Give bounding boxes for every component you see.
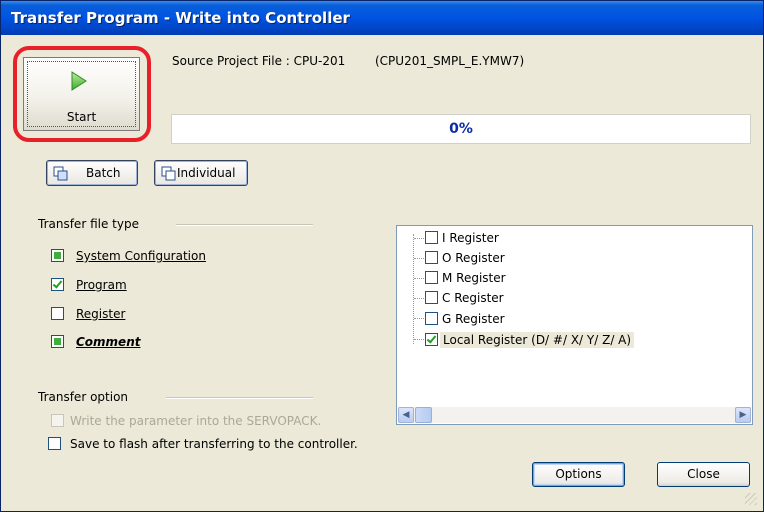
- tree-branch: [414, 318, 424, 319]
- tree-branch: [414, 339, 424, 340]
- dialog-title: Transfer Program - Write into Controller: [1, 1, 763, 35]
- individual-button-label: Individual: [177, 166, 236, 180]
- individual-icon: [161, 166, 176, 181]
- tree-item-c-register[interactable]: C Register: [425, 289, 506, 307]
- source-project-label: Source Project File : CPU-201: [172, 54, 346, 68]
- scroll-thumb[interactable]: [415, 407, 432, 423]
- program-checkbox[interactable]: [51, 278, 64, 291]
- tree-branch: [414, 238, 424, 239]
- i-register-label: I Register: [442, 231, 499, 245]
- tree-connector: [413, 234, 414, 344]
- tree-item-m-register[interactable]: M Register: [425, 269, 508, 287]
- tree-item-g-register[interactable]: G Register: [425, 310, 507, 328]
- local-register-checkbox[interactable]: [425, 333, 438, 346]
- source-project-file: (CPU201_SMPL_E.YMW7): [375, 54, 525, 68]
- file-type-separator: [176, 224, 313, 226]
- save-flash-label[interactable]: Save to flash after transferring to the …: [70, 437, 358, 451]
- start-button[interactable]: Start: [23, 57, 140, 131]
- comment-label[interactable]: Comment: [76, 335, 140, 349]
- progress-bar: 0%: [171, 114, 751, 144]
- options-button[interactable]: Options: [532, 462, 625, 487]
- system-configuration-checkbox[interactable]: [51, 249, 64, 262]
- g-register-label: G Register: [442, 312, 505, 326]
- tree-branch: [414, 278, 424, 279]
- batch-button[interactable]: Batch: [46, 160, 138, 186]
- progress-text: 0%: [449, 121, 473, 137]
- start-button-label: Start: [66, 110, 97, 124]
- m-register-checkbox[interactable]: [425, 271, 438, 284]
- register-checkbox[interactable]: [51, 307, 64, 320]
- horizontal-scrollbar[interactable]: ◀ ▶: [398, 407, 751, 423]
- transfer-option-separator: [166, 397, 313, 399]
- tree-item-i-register[interactable]: I Register: [425, 229, 501, 247]
- c-register-checkbox[interactable]: [425, 291, 438, 304]
- resize-grip[interactable]: [745, 493, 757, 505]
- transfer-dialog: Transfer Program - Write into Controller…: [0, 0, 764, 512]
- c-register-label: C Register: [442, 291, 504, 305]
- program-label[interactable]: Program: [76, 278, 127, 292]
- close-button[interactable]: Close: [657, 462, 750, 487]
- register-tree[interactable]: I Register O Register M Register C Regis…: [396, 225, 753, 425]
- tree-branch: [414, 298, 424, 299]
- scroll-right-icon[interactable]: ▶: [735, 407, 751, 423]
- file-type-heading: Transfer file type: [38, 217, 139, 231]
- g-register-checkbox[interactable]: [425, 312, 438, 325]
- write-parameter-checkbox[interactable]: [51, 414, 64, 427]
- batch-icon: [53, 166, 68, 181]
- save-flash-checkbox[interactable]: [48, 437, 61, 450]
- write-parameter-label: Write the parameter into the SERVOPACK.: [70, 414, 322, 428]
- play-icon: [71, 71, 87, 91]
- local-register-label: Local Register (D/ #/ X/ Y/ Z/ A): [440, 332, 635, 348]
- o-register-label: O Register: [442, 251, 505, 265]
- individual-button[interactable]: Individual: [154, 160, 248, 186]
- o-register-checkbox[interactable]: [425, 251, 438, 264]
- tree-branch: [414, 258, 424, 259]
- i-register-checkbox[interactable]: [425, 231, 438, 244]
- comment-checkbox[interactable]: [51, 335, 64, 348]
- tree-item-o-register[interactable]: O Register: [425, 249, 507, 267]
- register-label[interactable]: Register: [76, 307, 125, 321]
- system-configuration-label[interactable]: System Configuration: [76, 249, 206, 263]
- transfer-option-heading: Transfer option: [38, 390, 129, 404]
- m-register-label: M Register: [442, 271, 506, 285]
- batch-button-label: Batch: [86, 166, 121, 180]
- scroll-left-icon[interactable]: ◀: [398, 407, 414, 423]
- tree-item-local-register[interactable]: Local Register (D/ #/ X/ Y/ Z/ A): [425, 331, 635, 349]
